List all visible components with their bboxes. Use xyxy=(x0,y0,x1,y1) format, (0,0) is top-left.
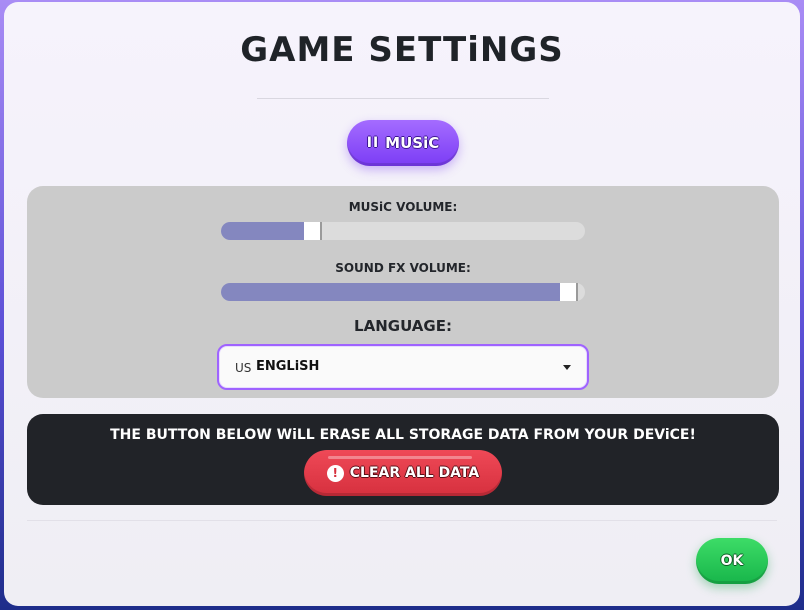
erase-warning-text: THE BUTTON BELOW WiLL ERASE ALL STORAGE … xyxy=(110,427,696,443)
music-toggle-button[interactable]: II MUSiC xyxy=(347,120,459,166)
danger-zone-panel: THE BUTTON BELOW WiLL ERASE ALL STORAGE … xyxy=(27,414,779,505)
music-volume-slider[interactable] xyxy=(221,222,585,240)
music-toggle-label: MUSiC xyxy=(385,134,440,152)
flag-icon: US xyxy=(235,361,252,375)
music-volume-fill xyxy=(221,222,313,240)
clear-all-data-button[interactable]: ! CLEAR ALL DATA xyxy=(304,450,502,496)
button-shine xyxy=(328,456,472,459)
pause-icon: II xyxy=(366,135,380,151)
ok-button[interactable]: OK xyxy=(696,538,768,584)
language-selected-value: ENGLiSH xyxy=(256,359,320,374)
audio-language-panel: MUSiC VOLUME: SOUND FX VOLUME: LANGUAGE:… xyxy=(27,186,779,398)
settings-dialog: GAME SETTiNGS II MUSiC MUSiC VOLUME: SOU… xyxy=(4,2,800,606)
dialog-title: GAME SETTiNGS xyxy=(240,30,564,70)
ok-button-label: OK xyxy=(720,553,744,569)
language-select[interactable]: US ENGLiSH xyxy=(217,344,589,390)
sfx-volume-thumb[interactable] xyxy=(560,283,578,301)
chevron-down-icon xyxy=(563,365,571,370)
alert-icon: ! xyxy=(326,464,344,482)
clear-all-data-label: CLEAR ALL DATA xyxy=(349,465,480,481)
sfx-volume-label: SOUND FX VOLUME: xyxy=(335,261,471,275)
title-divider xyxy=(257,98,549,99)
language-label: LANGUAGE: xyxy=(354,317,452,335)
footer-divider xyxy=(27,520,777,521)
sfx-volume-fill xyxy=(221,283,569,301)
music-volume-thumb[interactable] xyxy=(304,222,322,240)
music-volume-label: MUSiC VOLUME: xyxy=(348,200,458,214)
sfx-volume-slider[interactable] xyxy=(221,283,585,301)
